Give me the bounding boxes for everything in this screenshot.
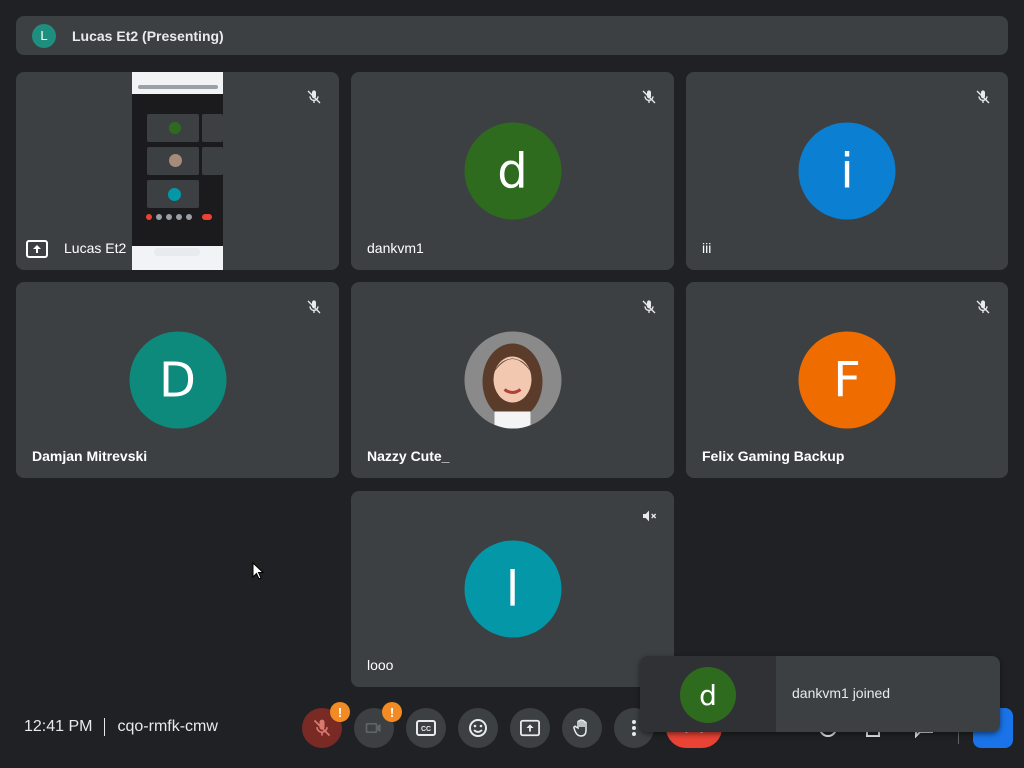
clock: 12:41 PM — [24, 718, 93, 735]
more-vert-icon — [632, 720, 636, 736]
participant-name: dankvm1 — [367, 240, 424, 256]
speaker-off-icon — [638, 505, 660, 527]
raise-hand-button[interactable] — [562, 708, 602, 748]
mic-muted-icon — [303, 86, 325, 108]
warning-badge: ! — [330, 702, 350, 722]
mic-muted-icon — [972, 296, 994, 318]
present-button[interactable] — [510, 708, 550, 748]
presenter-avatar: L — [32, 23, 56, 48]
participant-name: iii — [702, 240, 712, 256]
participant-tile-dankvm1[interactable]: d dankvm1 — [351, 72, 674, 270]
avatar: i — [798, 122, 896, 220]
avatar: d — [680, 667, 736, 723]
mic-muted-icon — [303, 296, 325, 318]
reactions-button[interactable] — [458, 708, 498, 748]
presenting-label: Lucas Et2 (Presenting) — [72, 27, 224, 44]
present-screen-icon — [26, 240, 48, 258]
participant-name: Nazzy Cute_ — [367, 448, 450, 464]
join-notification[interactable]: d dankvm1 joined — [640, 656, 1000, 732]
meeting-info: 12:41 PM cqo-rmfk-cmw — [24, 718, 218, 736]
avatar: l — [464, 540, 561, 638]
avatar: d — [464, 122, 561, 220]
camera-off-icon — [365, 723, 381, 733]
svg-text:CC: CC — [421, 726, 431, 733]
participant-tile-damjan[interactable]: D Damjan Mitrevski — [16, 282, 339, 478]
mouse-cursor-icon — [252, 561, 265, 585]
present-screen-icon — [520, 719, 540, 737]
mic-off-icon — [313, 719, 331, 737]
participant-tile-nazzy[interactable]: Nazzy Cute_ — [351, 282, 674, 478]
hand-icon — [573, 719, 587, 737]
presenting-banner[interactable]: L Lucas Et2 (Presenting) — [16, 16, 1008, 55]
mic-muted-icon — [638, 296, 660, 318]
divider — [104, 718, 106, 736]
captions-button[interactable]: CC — [406, 708, 446, 748]
participant-name: Felix Gaming Backup — [702, 448, 845, 464]
mic-muted-icon — [972, 86, 994, 108]
participant-tile-iii[interactable]: i iii — [686, 72, 1008, 270]
camera-toggle-button[interactable]: ! — [354, 702, 402, 748]
participant-tile-felix[interactable]: F Felix Gaming Backup — [686, 282, 1008, 478]
notification-message: dankvm1 joined — [792, 685, 891, 701]
avatar: F — [798, 331, 896, 429]
participant-name: Lucas Et2 — [64, 240, 127, 256]
avatar: D — [129, 331, 226, 429]
microphone-toggle-button[interactable]: ! — [302, 702, 350, 748]
meeting-code[interactable]: cqo-rmfk-cmw — [117, 718, 217, 736]
screen-share-preview — [132, 72, 223, 270]
profile-photo — [464, 331, 561, 429]
closed-captions-icon: CC — [416, 720, 436, 736]
emoji-icon — [469, 719, 487, 737]
warning-badge: ! — [382, 702, 402, 722]
participant-tile-lucas[interactable]: Lucas Et2 — [16, 72, 339, 270]
participant-name: Damjan Mitrevski — [32, 448, 148, 464]
mic-muted-icon — [638, 86, 660, 108]
participant-tile-looo[interactable]: l looo — [351, 491, 674, 687]
participant-name: looo — [367, 657, 394, 673]
